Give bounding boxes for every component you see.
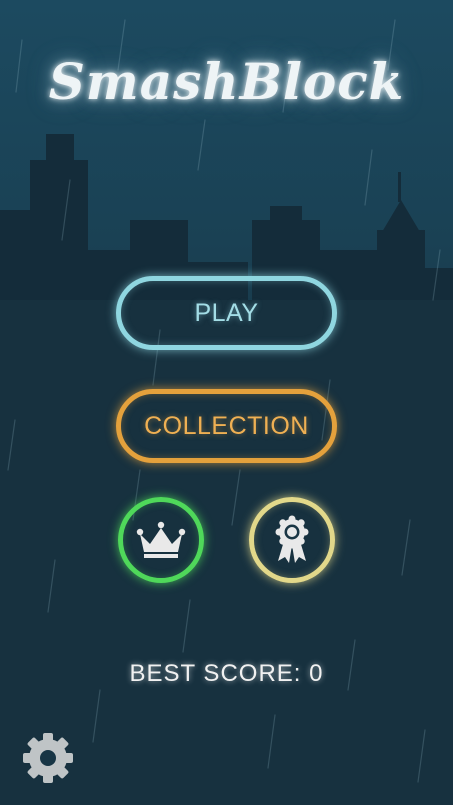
collection-button[interactable]: COLLECTION (116, 389, 337, 463)
best-score-label: BEST SCORE: (129, 660, 302, 687)
play-button-label: PLAY (194, 298, 259, 327)
best-score-value: 0 (309, 660, 324, 687)
crown-icon (136, 521, 186, 558)
achievements-button[interactable] (249, 497, 335, 583)
settings-button[interactable] (20, 730, 76, 786)
leaderboard-button[interactable] (118, 497, 204, 583)
game-title: SmashBlock (48, 52, 405, 111)
play-button[interactable]: PLAY (116, 276, 337, 350)
collection-button-label: COLLECTION (144, 411, 309, 440)
ribbon-badge-icon (275, 515, 309, 563)
game-menu-screen: SmashBlock PLAY COLLECTION BEST SCORE: 0 (0, 0, 453, 805)
gear-icon (23, 733, 73, 783)
best-score: BEST SCORE: 0 (0, 660, 453, 688)
